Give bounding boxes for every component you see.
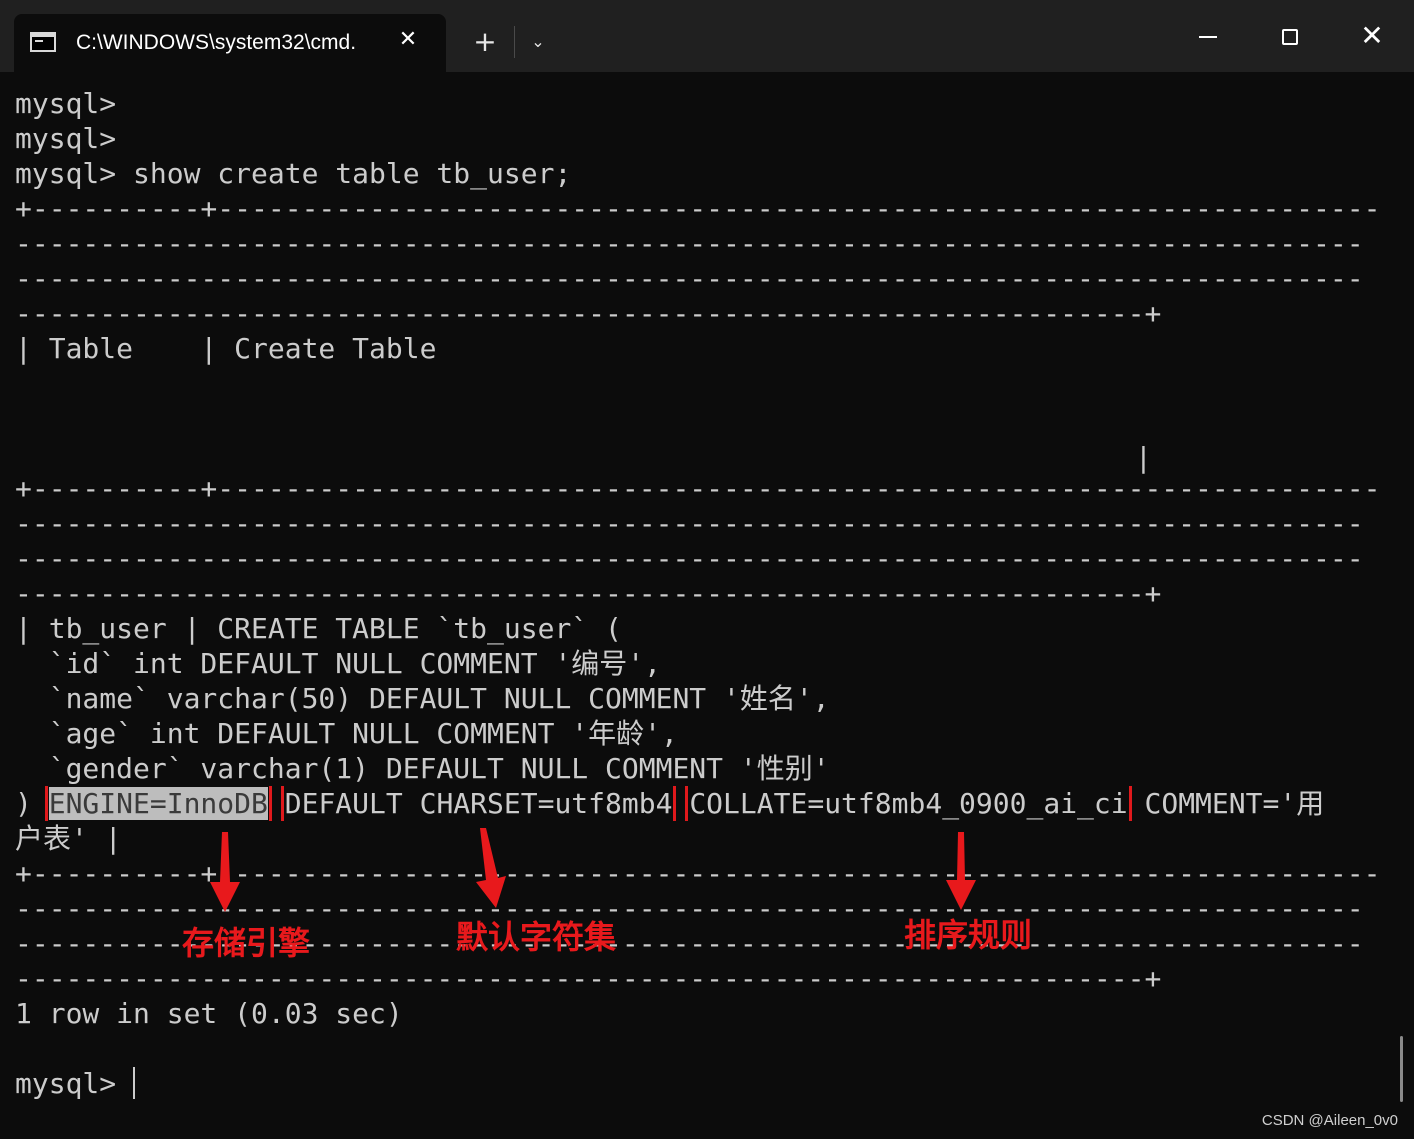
collate-highlight: COLLATE=utf8mb4_0900_ai_ci bbox=[685, 786, 1132, 821]
maximize-button[interactable] bbox=[1268, 14, 1312, 58]
engine-annotation: 存储引擎 bbox=[182, 924, 311, 962]
console-line: ----------------------------------------… bbox=[15, 227, 1364, 260]
cmd-icon bbox=[30, 32, 56, 52]
console-line: ----------------------------------------… bbox=[15, 962, 1162, 995]
minimize-button[interactable] bbox=[1186, 14, 1230, 58]
terminal-tab[interactable]: C:\WINDOWS\system32\cmd. ✕ bbox=[14, 14, 446, 72]
console-line: ----------------------------------------… bbox=[15, 262, 1364, 295]
console-line: mysql> bbox=[15, 87, 117, 120]
console-line: `gender` varchar(1) DEFAULT NULL COMMENT… bbox=[15, 752, 830, 785]
prompt-line[interactable]: mysql> bbox=[15, 1066, 1385, 1101]
charset-highlight: DEFAULT CHARSET=utf8mb4 bbox=[280, 786, 677, 821]
watermark: CSDN @Aileen_0v0 bbox=[1261, 1112, 1398, 1129]
charset-arrow-icon bbox=[476, 828, 506, 908]
text-cursor bbox=[133, 1067, 136, 1099]
console-line: ----------------------------------------… bbox=[15, 577, 1162, 610]
console-line: `name` varchar(50) DEFAULT NULL COMMENT … bbox=[15, 682, 830, 715]
collate-arrow-icon bbox=[946, 832, 976, 910]
engine-line-suffix: COMMENT='用 bbox=[1127, 787, 1325, 820]
maximize-icon bbox=[1282, 28, 1298, 45]
console-line: `age` int DEFAULT NULL COMMENT '年龄', bbox=[15, 717, 678, 750]
charset-annotation: 默认字符集 bbox=[456, 918, 617, 956]
table-end-pipe: | bbox=[1135, 441, 1152, 474]
new-tab-button[interactable]: + bbox=[470, 26, 500, 58]
engine-line-prefix: ) bbox=[15, 787, 49, 820]
tab-close-button[interactable]: ✕ bbox=[394, 26, 422, 54]
minimize-icon bbox=[1199, 35, 1217, 38]
console-line: ----------------------------------------… bbox=[15, 542, 1364, 575]
engine-line: ) ENGINE=InnoDB DEFAULT CHARSET=utf8mb4 … bbox=[15, 786, 1385, 821]
console-line: | Table | Create Table bbox=[15, 332, 437, 365]
chevron-down-icon[interactable]: ⌄ bbox=[524, 28, 552, 56]
console-line: ----------------------------------------… bbox=[15, 297, 1162, 330]
console-line: +----------+----------------------------… bbox=[15, 472, 1385, 505]
tab-separator bbox=[514, 26, 515, 58]
console-line: ----------------------------------------… bbox=[15, 507, 1364, 540]
console-line: mysql> bbox=[15, 122, 117, 155]
console-line: +----------+----------------------------… bbox=[15, 192, 1385, 225]
engine-arrow-icon bbox=[210, 832, 240, 912]
collate-annotation: 排序规则 bbox=[904, 916, 1033, 954]
title-bar: C:\WINDOWS\system32\cmd. ✕ + ⌄ ✕ bbox=[0, 0, 1414, 72]
console-line: `id` int DEFAULT NULL COMMENT '编号', bbox=[15, 647, 662, 680]
prompt: mysql> bbox=[15, 1067, 134, 1100]
engine-highlight[interactable]: ENGINE=InnoDB bbox=[44, 786, 272, 821]
console-line: mysql> show create table tb_user; bbox=[15, 157, 572, 190]
scrollbar[interactable] bbox=[1400, 1036, 1403, 1102]
tab-title: C:\WINDOWS\system32\cmd. bbox=[76, 31, 357, 54]
console-line: | tb_user | CREATE TABLE `tb_user` ( bbox=[15, 612, 622, 645]
close-window-button[interactable]: ✕ bbox=[1350, 14, 1394, 58]
console-line: 1 row in set (0.03 sec) bbox=[15, 997, 403, 1030]
